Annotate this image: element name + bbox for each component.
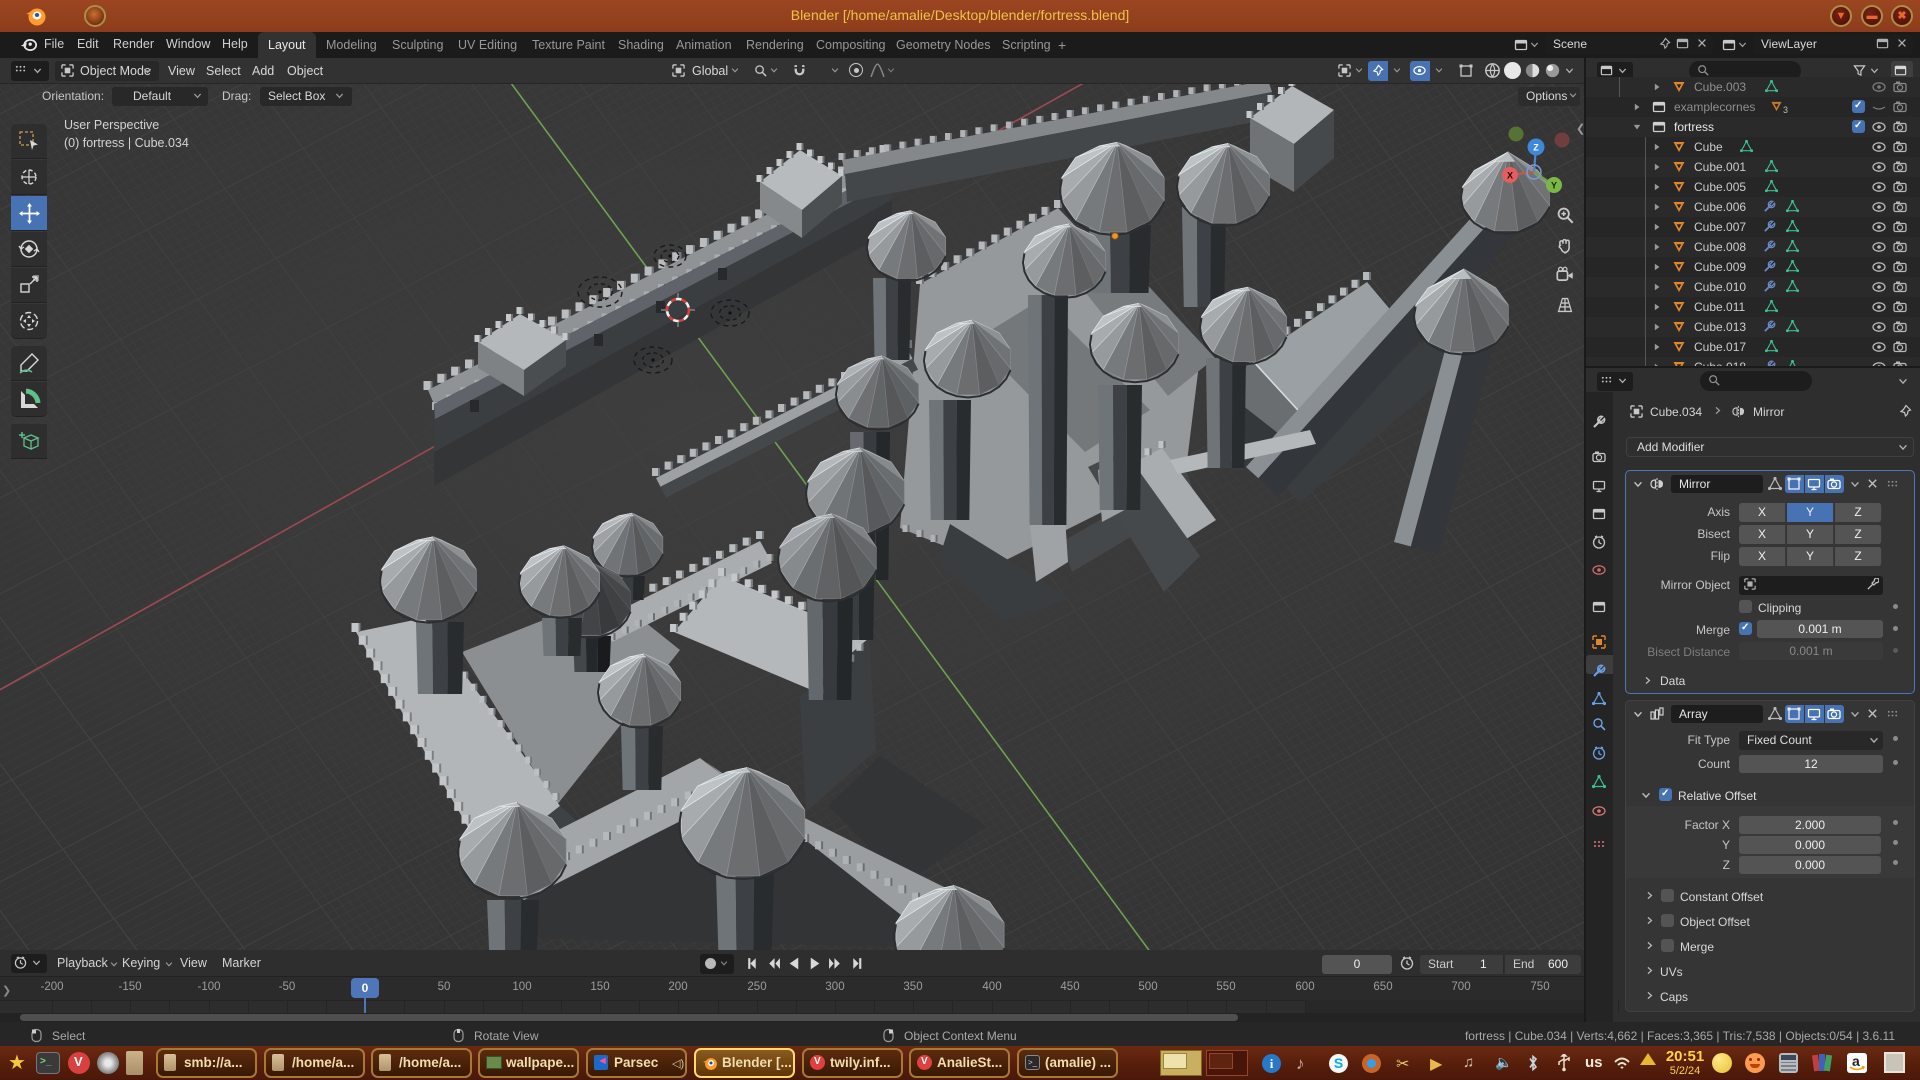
- svg-text:Y: Y: [1551, 181, 1557, 191]
- svg-text:Z: Z: [1533, 143, 1539, 153]
- svg-text:X: X: [1507, 171, 1513, 181]
